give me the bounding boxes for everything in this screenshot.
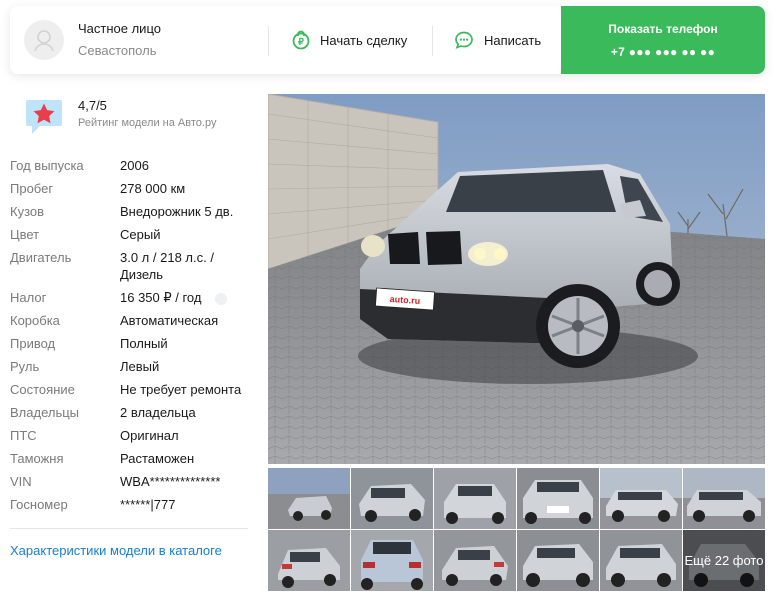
- photo-thumbnail[interactable]: [434, 468, 516, 529]
- divider: [10, 528, 248, 529]
- spec-value: Серый: [120, 227, 161, 242]
- plate-watermark: auto.ru: [389, 294, 420, 306]
- spec-row-transmission: Коробка Автоматическая: [10, 312, 248, 329]
- masked-phone-number: +7 ●●● ●●● ●● ●●: [610, 45, 716, 59]
- seller-city: Севастополь: [78, 43, 157, 58]
- photo-thumbnail[interactable]: [351, 468, 433, 529]
- spec-value: Автоматическая: [120, 313, 219, 328]
- divider: [268, 26, 269, 56]
- spec-label: Пробег: [10, 181, 54, 196]
- spec-label: Год выпуска: [10, 158, 84, 173]
- spec-value: Растаможен: [120, 451, 195, 466]
- rating-label: Рейтинг модели на Авто.ру: [78, 117, 217, 129]
- spec-label: Привод: [10, 336, 56, 351]
- spec-value: Не требует ремонта: [120, 382, 242, 397]
- photo-thumbnail[interactable]: [268, 468, 350, 529]
- seller-info: Частное лицо Севастополь: [24, 20, 161, 60]
- start-deal-button[interactable]: ₽ Начать сделку: [292, 6, 407, 74]
- spec-row-condition: Состояние Не требует ремонта: [10, 381, 248, 398]
- start-deal-label: Начать сделку: [320, 32, 408, 48]
- write-message-label: Написать: [484, 32, 542, 48]
- spec-value: ******|777: [120, 497, 176, 512]
- spec-value-wrapper: 16 350 ₽ / год: [120, 289, 228, 306]
- spec-row-owners: Владельцы 2 владельца: [10, 404, 248, 421]
- spec-label: ПТС: [10, 428, 37, 443]
- safe-deal-icon: ₽: [292, 30, 310, 50]
- main-car-photo[interactable]: auto.ru: [268, 94, 765, 464]
- spec-row-customs: Таможня Растаможен: [10, 450, 248, 467]
- photo-thumbnail[interactable]: [517, 530, 599, 591]
- spec-value: Внедорожник 5 дв.: [120, 204, 234, 219]
- model-catalog-link[interactable]: Характеристики модели в каталоге: [10, 543, 222, 558]
- spec-label: Госномер: [10, 497, 68, 512]
- spec-value: Оригинал: [120, 428, 179, 443]
- spec-label: Кузов: [10, 204, 45, 219]
- spec-label: VIN: [10, 474, 32, 489]
- spec-row-tax: Налог 16 350 ₽ / год: [10, 289, 248, 306]
- specs-list: Год выпуска 2006 Пробег 278 000 км Кузов…: [10, 157, 248, 519]
- user-placeholder-icon: [34, 30, 54, 52]
- spec-label: Руль: [10, 359, 40, 374]
- rating-score: 4,7/5: [78, 98, 107, 113]
- info-icon[interactable]: [215, 292, 228, 305]
- chat-icon: [455, 31, 473, 49]
- spec-row-pts: ПТС Оригинал: [10, 427, 248, 444]
- spec-label: Коробка: [10, 313, 60, 328]
- seller-avatar: [24, 20, 64, 60]
- spec-row-drive: Привод Полный: [10, 335, 248, 352]
- spec-value: WBA**************: [120, 474, 221, 489]
- rating-star-icon: [24, 96, 64, 136]
- spec-value: Полный: [120, 336, 168, 351]
- spec-row-year: Год выпуска 2006: [10, 157, 248, 174]
- spec-label: Владельцы: [10, 405, 80, 420]
- photo-thumbnail[interactable]: [683, 468, 765, 529]
- photo-thumbnail[interactable]: [517, 468, 599, 529]
- photo-thumbnail[interactable]: [268, 530, 350, 591]
- spec-value: 278 000 км: [120, 181, 186, 196]
- spec-value: 3.0 л / 218 л.с. / Дизель: [120, 250, 214, 282]
- spec-label: Таможня: [10, 451, 64, 466]
- spec-label: Состояние: [10, 382, 75, 397]
- spec-row-engine: Двигатель 3.0 л / 218 л.с. / Дизель: [10, 249, 248, 283]
- more-photos-button[interactable]: Ещё 22 фото: [683, 530, 765, 591]
- spec-value: Левый: [120, 359, 160, 374]
- spec-row-mileage: Пробег 278 000 км: [10, 180, 248, 197]
- spec-row-body: Кузов Внедорожник 5 дв.: [10, 203, 248, 220]
- spec-label: Налог: [10, 290, 47, 305]
- seller-contact-bar: Частное лицо Севастополь ₽ Начать сделку…: [10, 6, 765, 74]
- spec-row-plate: Госномер ******|777: [10, 496, 248, 513]
- photo-thumbnail[interactable]: [434, 530, 516, 591]
- model-rating[interactable]: 4,7/5 Рейтинг модели на Авто.ру: [24, 96, 216, 136]
- spec-value: 16 350 ₽ / год: [120, 290, 202, 305]
- photo-thumbnail[interactable]: [600, 468, 682, 529]
- spec-value: 2006: [120, 158, 149, 173]
- divider: [432, 26, 433, 56]
- spec-value: 2 владельца: [120, 405, 196, 420]
- spec-label: Цвет: [10, 227, 40, 242]
- show-phone-button[interactable]: Показать телефон +7 ●●● ●●● ●● ●●: [561, 6, 765, 74]
- show-phone-label: Показать телефон: [608, 22, 718, 36]
- spec-row-wheel: Руль Левый: [10, 358, 248, 375]
- spec-row-vin: VIN WBA**************: [10, 473, 248, 490]
- photo-thumbnail[interactable]: [600, 530, 682, 591]
- seller-name: Частное лицо: [78, 21, 161, 36]
- more-photos-label: Ещё 22 фото: [683, 530, 765, 591]
- write-message-button[interactable]: Написать: [454, 6, 541, 74]
- photo-thumbnail[interactable]: [351, 530, 433, 591]
- spec-label: Двигатель: [10, 250, 72, 265]
- svg-text:₽: ₽: [298, 37, 304, 47]
- spec-row-color: Цвет Серый: [10, 226, 248, 243]
